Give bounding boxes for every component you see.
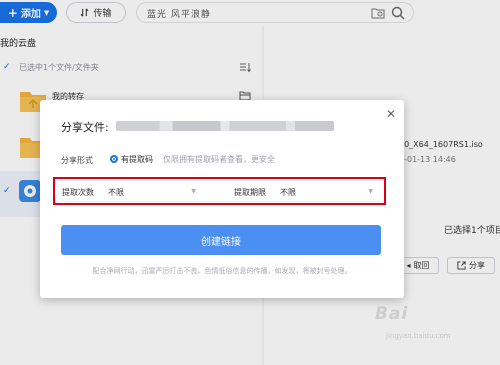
watermark: Bai	[375, 304, 409, 324]
create-link-button[interactable]: 创建链接	[61, 225, 381, 255]
close-icon[interactable]: ✕	[386, 107, 396, 121]
share-dialog-title: 分享文件:	[61, 121, 109, 134]
watermark-url: jingyan.baidu.com	[386, 332, 451, 340]
blurred-file-name	[116, 121, 334, 131]
disclaimer-text: 配合净网行动，迅雷严厉打击不良、色情低俗信息的传播，如发现，将被封号处理。	[92, 267, 352, 275]
annotation-highlight	[53, 177, 386, 205]
extract-code-radio-label[interactable]: 有提取码	[121, 154, 153, 165]
share-form-label: 分享形式	[61, 156, 93, 165]
extract-code-radio[interactable]	[110, 155, 118, 163]
extract-code-description: 仅限拥有提取码者查看，更安全	[163, 155, 275, 164]
